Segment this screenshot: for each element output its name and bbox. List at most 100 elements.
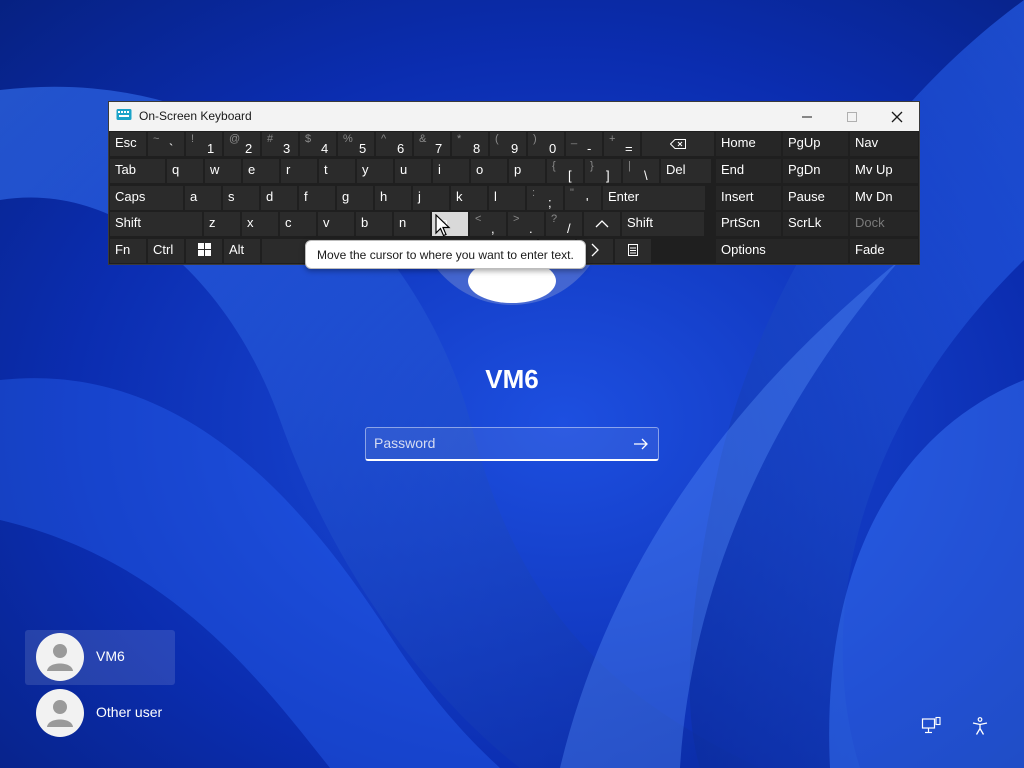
key-backslash[interactable]: | \ <box>623 159 659 183</box>
key-8[interactable]: * 8 <box>452 132 488 156</box>
key-d[interactable]: d <box>261 186 297 210</box>
key-char-label: ] <box>606 168 610 183</box>
key-arrow-up[interactable] <box>584 212 620 236</box>
key-shift-label: @ <box>229 133 241 145</box>
key-caps[interactable]: Caps <box>110 186 183 210</box>
key-char-label: 9 <box>511 141 519 156</box>
key-backspace[interactable] <box>642 132 714 156</box>
minimize-icon <box>802 116 812 117</box>
key-f[interactable]: f <box>299 186 335 210</box>
key-pgup[interactable]: PgUp <box>783 132 848 156</box>
network-icon[interactable] <box>921 716 941 736</box>
key-shift-label: < <box>475 213 482 225</box>
osk-title: On-Screen Keyboard <box>139 109 252 123</box>
key-fn[interactable]: Fn <box>110 239 146 263</box>
key-home[interactable]: Home <box>716 132 781 156</box>
close-button[interactable] <box>874 102 920 131</box>
key-del[interactable]: Del <box>661 159 711 183</box>
key-z[interactable]: z <box>204 212 240 236</box>
key-h[interactable]: h <box>375 186 411 210</box>
key-1[interactable]: ! 1 <box>186 132 222 156</box>
key-end[interactable]: End <box>716 159 781 183</box>
key-2[interactable]: @2 <box>224 132 260 156</box>
key-alt[interactable]: Alt <box>224 239 260 263</box>
key-key[interactable]: " ' <box>565 186 601 210</box>
backspace-icon <box>669 137 686 152</box>
key-nav[interactable]: Nav <box>850 132 918 156</box>
key-backtick[interactable]: ~ ` <box>148 132 184 156</box>
key-p[interactable]: p <box>509 159 545 183</box>
key-char-label: 6 <box>397 141 405 156</box>
key-g[interactable]: g <box>337 186 373 210</box>
key-key[interactable]: :; <box>527 186 563 210</box>
key-9[interactable]: (9 <box>490 132 526 156</box>
key-key[interactable]: + = <box>604 132 640 156</box>
arrow-right-icon[interactable] <box>632 435 650 453</box>
key-c[interactable]: c <box>280 212 316 236</box>
key-5[interactable]: % 5 <box>338 132 374 156</box>
key-3[interactable]: #3 <box>262 132 298 156</box>
key-shift[interactable]: Shift <box>110 212 202 236</box>
key-char-label: ' <box>586 195 589 210</box>
key-mv-dn[interactable]: Mv Dn <box>850 186 918 210</box>
key-r[interactable]: r <box>281 159 317 183</box>
key-y[interactable]: y <box>357 159 393 183</box>
key-insert[interactable]: Insert <box>716 186 781 210</box>
key-scrlk[interactable]: ScrLk <box>783 212 848 236</box>
minimize-button[interactable] <box>784 102 830 131</box>
key-key[interactable]: <, <box>470 212 506 236</box>
key-0[interactable]: ) 0 <box>528 132 564 156</box>
key-pgdn[interactable]: PgDn <box>783 159 848 183</box>
key-char-label: ` <box>169 141 174 156</box>
key-char-label: 8 <box>473 141 481 156</box>
key-key[interactable]: {[ <box>547 159 583 183</box>
key-o[interactable]: o <box>471 159 507 183</box>
key-key[interactable]: _ - <box>566 132 602 156</box>
key-pause[interactable]: Pause <box>783 186 848 210</box>
key-key[interactable]: }] <box>585 159 621 183</box>
key-shift-label: | <box>628 160 631 172</box>
key-7[interactable]: & 7 <box>414 132 450 156</box>
key-options[interactable]: Options <box>716 239 848 263</box>
key-context-menu[interactable] <box>615 239 651 263</box>
key-j[interactable]: j <box>413 186 449 210</box>
mouse-pointer-icon <box>435 214 451 237</box>
accessibility-icon[interactable] <box>970 716 990 736</box>
key-windows[interactable] <box>186 239 222 263</box>
key-t[interactable]: t <box>319 159 355 183</box>
key-s[interactable]: s <box>223 186 259 210</box>
key-char-label: 0 <box>549 141 557 156</box>
osk-titlebar[interactable]: On-Screen Keyboard <box>109 102 919 131</box>
key-key[interactable]: ? / <box>546 212 582 236</box>
key-v[interactable]: v <box>318 212 354 236</box>
key-a[interactable]: a <box>185 186 221 210</box>
key-fade[interactable]: Fade <box>850 239 918 263</box>
user-list-item-vm6[interactable]: VM6 <box>25 630 175 685</box>
key-k[interactable]: k <box>451 186 487 210</box>
key-l[interactable]: l <box>489 186 525 210</box>
password-input[interactable] <box>366 428 624 458</box>
key-shift-label: & <box>419 133 427 145</box>
key-key[interactable]: >. <box>508 212 544 236</box>
close-icon <box>891 111 903 122</box>
key-w[interactable]: w <box>205 159 241 183</box>
key-4[interactable]: $4 <box>300 132 336 156</box>
key-q[interactable]: q <box>167 159 203 183</box>
key-tab[interactable]: Tab <box>110 159 165 183</box>
key-shift[interactable]: Shift <box>622 212 704 236</box>
key-e[interactable]: e <box>243 159 279 183</box>
key-enter[interactable]: Enter <box>603 186 705 210</box>
key-ctrl[interactable]: Ctrl <box>148 239 184 263</box>
key-esc[interactable]: Esc <box>110 132 146 156</box>
key-u[interactable]: u <box>395 159 431 183</box>
key-prtscn[interactable]: PrtScn <box>716 212 781 236</box>
arrow-up-icon <box>595 217 609 232</box>
key-n[interactable]: n <box>394 212 430 236</box>
user-list-item-other-user[interactable]: Other user <box>25 686 175 741</box>
key-b[interactable]: b <box>356 212 392 236</box>
key-x[interactable]: x <box>242 212 278 236</box>
key-6[interactable]: ^ 6 <box>376 132 412 156</box>
maximize-button[interactable] <box>829 102 875 131</box>
key-mv-up[interactable]: Mv Up <box>850 159 918 183</box>
key-i[interactable]: i <box>433 159 469 183</box>
